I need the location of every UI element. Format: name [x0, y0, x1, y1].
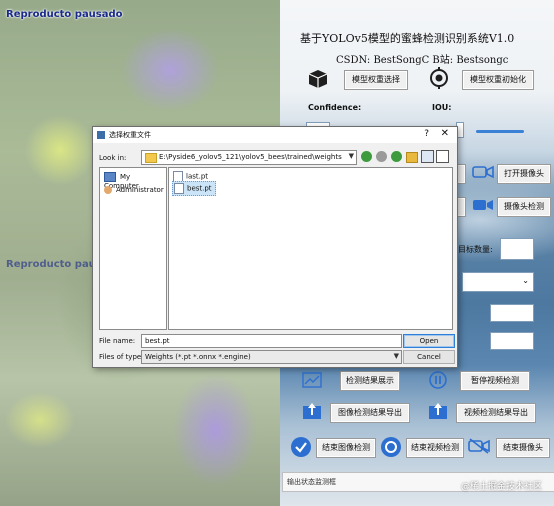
user-icon [104, 186, 112, 194]
file-name-input[interactable]: best.pt [141, 334, 402, 348]
list-view-icon[interactable] [421, 150, 434, 163]
dialog-title: 选择权重文件 [109, 131, 151, 139]
file-icon [174, 183, 184, 194]
end-camera-button[interactable]: 结束摄像头 [496, 438, 550, 458]
select-weights-button[interactable]: 模型权重选择 [344, 70, 408, 90]
iou-label: IOU: [432, 103, 452, 112]
help-button[interactable]: ? [424, 129, 429, 139]
export-image-results-button[interactable]: 图像检测结果导出 [330, 403, 410, 423]
pause-icon [429, 371, 447, 389]
up-folder-icon[interactable] [391, 151, 402, 162]
app-title: 基于YOLOv5模型的蜜蜂检测识别系统V1.0 [300, 32, 515, 45]
file-name: last.pt [186, 172, 209, 181]
target-select-dropdown[interactable]: ⌄ [462, 272, 534, 292]
back-icon[interactable] [361, 151, 372, 162]
chart-icon [302, 372, 322, 388]
file-name-value: best.pt [145, 337, 170, 345]
close-button[interactable]: ✕ [441, 128, 449, 139]
export-video-icon [429, 403, 447, 419]
camera-off-icon [468, 438, 490, 454]
sidebar-item-administrator[interactable]: Administrator [104, 186, 164, 194]
end-video-detect-button[interactable]: 结束视频检测 [406, 438, 464, 458]
init-weights-button[interactable]: 模型权重初始化 [462, 70, 534, 90]
cube-icon [308, 70, 328, 88]
places-sidebar: My Computer Administrator [99, 167, 167, 330]
look-in-combo[interactable]: E:\Pyside6_yolov5_121\yolov5_bees\traine… [141, 150, 357, 165]
file-name: best.pt [187, 184, 212, 193]
check-circle-icon [291, 437, 311, 457]
app-icon [97, 131, 105, 139]
coord-field-2 [490, 332, 534, 350]
video-status-label: Reproducto pausado [6, 9, 123, 20]
list-item-selected[interactable]: best.pt [172, 181, 216, 196]
watermark: @稀土掘金技术社区 [460, 482, 542, 492]
camera-icon [472, 165, 494, 179]
confidence-label: Confidence: [308, 103, 362, 112]
end-image-detect-button[interactable]: 结束图像检测 [316, 438, 376, 458]
cancel-button[interactable]: Cancel [403, 350, 455, 364]
target-icon [430, 67, 448, 89]
computer-icon [104, 172, 116, 182]
file-dialog: 选择权重文件 ? ✕ Look in: E:\Pyside6_yolov5_12… [92, 126, 458, 368]
camera-detect-icon [473, 200, 493, 210]
export-video-results-button[interactable]: 视频检测结果导出 [456, 403, 536, 423]
stop-circle-icon [381, 437, 401, 457]
target-count-label: 目标数量: [458, 245, 493, 254]
file-type-select[interactable]: Weights (*.pt *.onnx *.engine) ▼ [141, 350, 402, 364]
upload-icon [303, 403, 321, 419]
target-count-field [500, 238, 534, 260]
chevron-down-icon[interactable]: ▼ [349, 152, 354, 160]
sidebar-item-label: Administrator [116, 186, 164, 194]
open-button[interactable]: Open [403, 334, 455, 348]
open-camera-button[interactable]: 打开摄像头 [497, 164, 551, 184]
camera-detect-button[interactable]: 摄像头检测 [497, 197, 551, 217]
detail-view-icon[interactable] [436, 150, 449, 163]
iou-slider[interactable] [476, 130, 524, 133]
folder-icon [145, 153, 157, 163]
show-results-button[interactable]: 检测结果展示 [340, 371, 400, 391]
chevron-down-icon[interactable]: ▼ [394, 352, 399, 360]
new-folder-icon[interactable] [406, 152, 418, 163]
look-in-path: E:\Pyside6_yolov5_121\yolov5_bees\traine… [159, 153, 342, 161]
app-subtitle: CSDN: BestSongC B站: Bestsongc [336, 55, 509, 66]
pause-video-button[interactable]: 暂停视频检测 [460, 371, 530, 391]
file-name-label: File name: [99, 337, 136, 345]
forward-icon[interactable] [376, 151, 387, 162]
file-type-value: Weights (*.pt *.onnx *.engine) [145, 353, 251, 361]
file-type-label: Files of type: [99, 353, 144, 361]
coord-field-1 [490, 304, 534, 322]
dialog-titlebar: 选择权重文件 ? ✕ [93, 127, 457, 143]
look-in-label: Look in: [99, 154, 127, 162]
file-list: last.pt best.pt [168, 167, 453, 330]
